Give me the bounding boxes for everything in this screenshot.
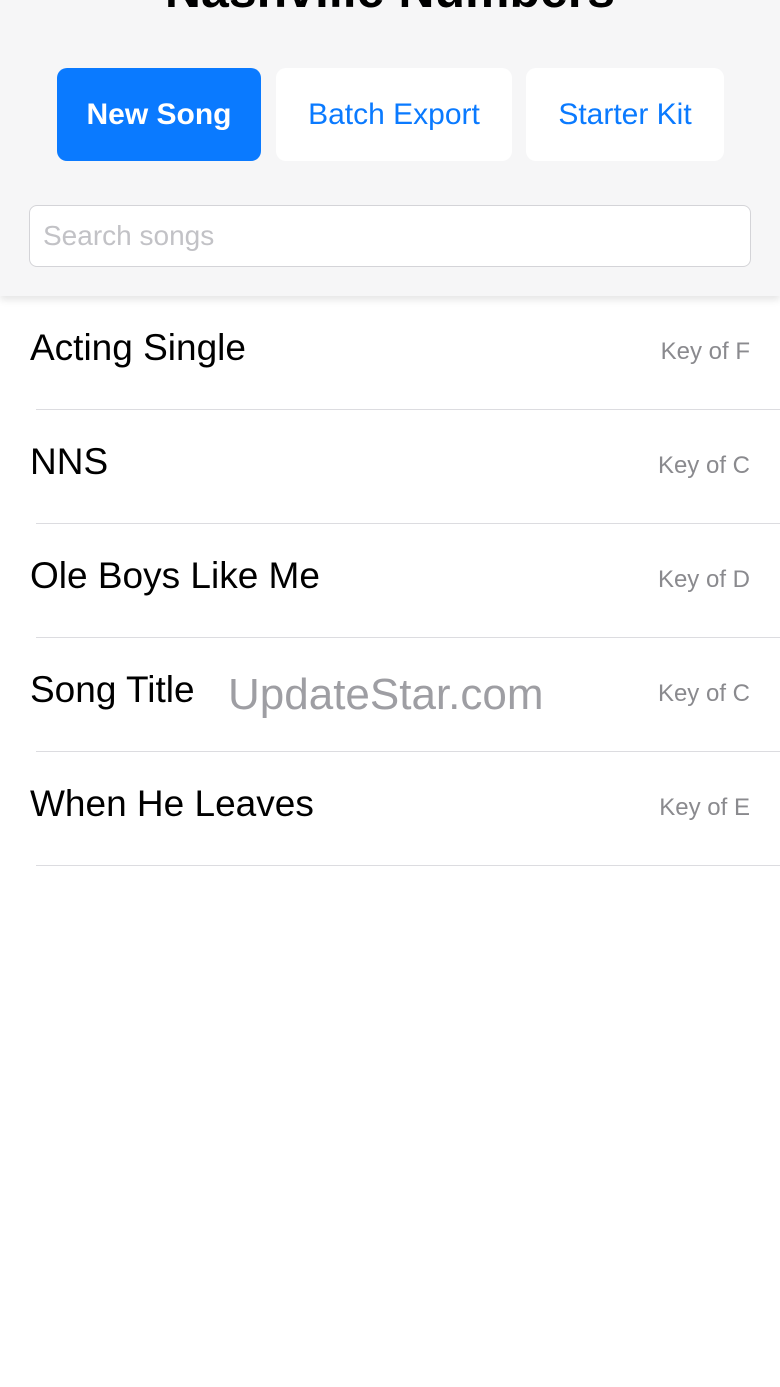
song-key: Key of E: [659, 794, 750, 821]
page-title: Nashville Numbers: [0, 0, 780, 20]
starter-kit-button[interactable]: Starter Kit: [526, 68, 724, 161]
song-title: Acting Single: [30, 327, 246, 368]
search-input[interactable]: [29, 205, 751, 267]
song-list: Acting Single Key of F NNS Key of C Ole …: [0, 296, 780, 866]
table-row[interactable]: Ole Boys Like Me Key of D: [0, 524, 780, 638]
song-key: Key of C: [657, 452, 750, 479]
song-title: Song Title: [30, 669, 195, 710]
header: Nashville Numbers New Song Batch Export …: [0, 0, 780, 296]
app-screen: Nashville Numbers New Song Batch Export …: [0, 0, 780, 1387]
table-row[interactable]: Acting Single Key of F: [0, 296, 780, 410]
song-key: Key of D: [657, 566, 750, 593]
song-key: Key of C: [657, 680, 750, 707]
table-row[interactable]: When He Leaves Key of E: [0, 752, 780, 866]
song-title: Ole Boys Like Me: [30, 555, 320, 596]
new-song-button[interactable]: New Song: [57, 68, 261, 161]
song-title: When He Leaves: [30, 783, 314, 824]
song-key: Key of F: [660, 338, 750, 365]
batch-export-button[interactable]: Batch Export: [276, 68, 512, 161]
table-row[interactable]: NNS Key of C: [0, 410, 780, 524]
song-title: NNS: [30, 441, 109, 482]
watermark: UpdateStar.com: [228, 670, 544, 719]
